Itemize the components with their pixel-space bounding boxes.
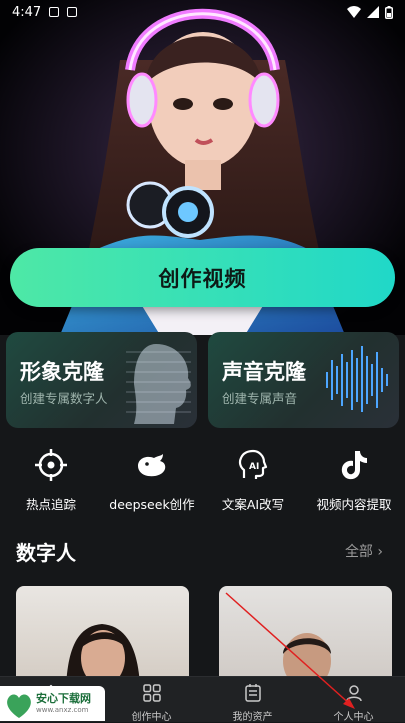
hot-topic-label: 热点追踪	[25, 497, 76, 512]
digital-human-card[interactable]	[219, 586, 392, 686]
deepseek-label: deepseek创作	[109, 497, 195, 512]
crosshair-icon	[35, 449, 67, 481]
video-extract-button[interactable]: 视频内容提取	[304, 448, 404, 513]
svg-text:AI: AI	[249, 462, 259, 472]
voice-clone-subtitle: 创建专属声音	[222, 391, 298, 406]
battery-icon	[385, 5, 393, 19]
whale-icon	[138, 454, 166, 477]
watermark-url: www.anxz.com	[36, 706, 89, 714]
feature-shortcuts: 热点追踪 deepseek创作 AI 文案AI改写 视频内容提取	[0, 448, 405, 518]
digital-human-thumbnail	[283, 633, 331, 686]
wifi-icon	[347, 6, 361, 18]
signal-icon	[367, 6, 379, 18]
avatar-clone-title: 形象克隆	[20, 360, 104, 384]
avatar-clone-subtitle: 创建专属数字人	[20, 391, 108, 406]
view-all-link[interactable]: 全部 ›	[345, 541, 383, 561]
voice-clone-title: 声音克隆	[222, 360, 306, 384]
avatar-clone-card[interactable]: 形象克隆 创建专属数字人	[6, 332, 197, 428]
ai-head-icon: AI	[238, 449, 268, 479]
ai-rewrite-button[interactable]: AI 文案AI改写	[203, 448, 303, 513]
watermark-title: 安心下载网	[36, 692, 91, 705]
site-watermark: 安心下载网 www.anxz.com	[0, 686, 105, 721]
digital-human-card[interactable]	[16, 586, 189, 686]
notification-icon	[49, 7, 60, 17]
tiktok-icon	[341, 451, 367, 480]
grid-icon	[142, 684, 161, 702]
cast-icon	[67, 7, 78, 17]
user-icon	[345, 685, 362, 702]
ai-rewrite-label: 文案AI改写	[221, 497, 285, 512]
video-extract-label: 视频内容提取	[316, 497, 392, 512]
tab-profile[interactable]: 个人中心	[303, 677, 404, 723]
create-video-button[interactable]: 创作视频	[10, 248, 395, 307]
deepseek-create-button[interactable]: deepseek创作	[102, 448, 202, 513]
status-bar: 4:47	[0, 0, 405, 24]
status-time: 4:47	[12, 4, 42, 20]
asset-icon	[244, 684, 261, 702]
watermark-logo-icon	[7, 694, 31, 718]
digital-human-thumbnail	[66, 624, 140, 686]
tab-creation-center[interactable]: 创作中心	[101, 677, 202, 723]
digital-human-section-title: 数字人	[16, 541, 76, 565]
tab-my-assets[interactable]: 我的资产	[202, 677, 303, 723]
hot-topic-tracking-button[interactable]: 热点追踪	[1, 448, 101, 513]
voice-clone-card[interactable]: 声音克隆 创建专属声音	[208, 332, 399, 428]
